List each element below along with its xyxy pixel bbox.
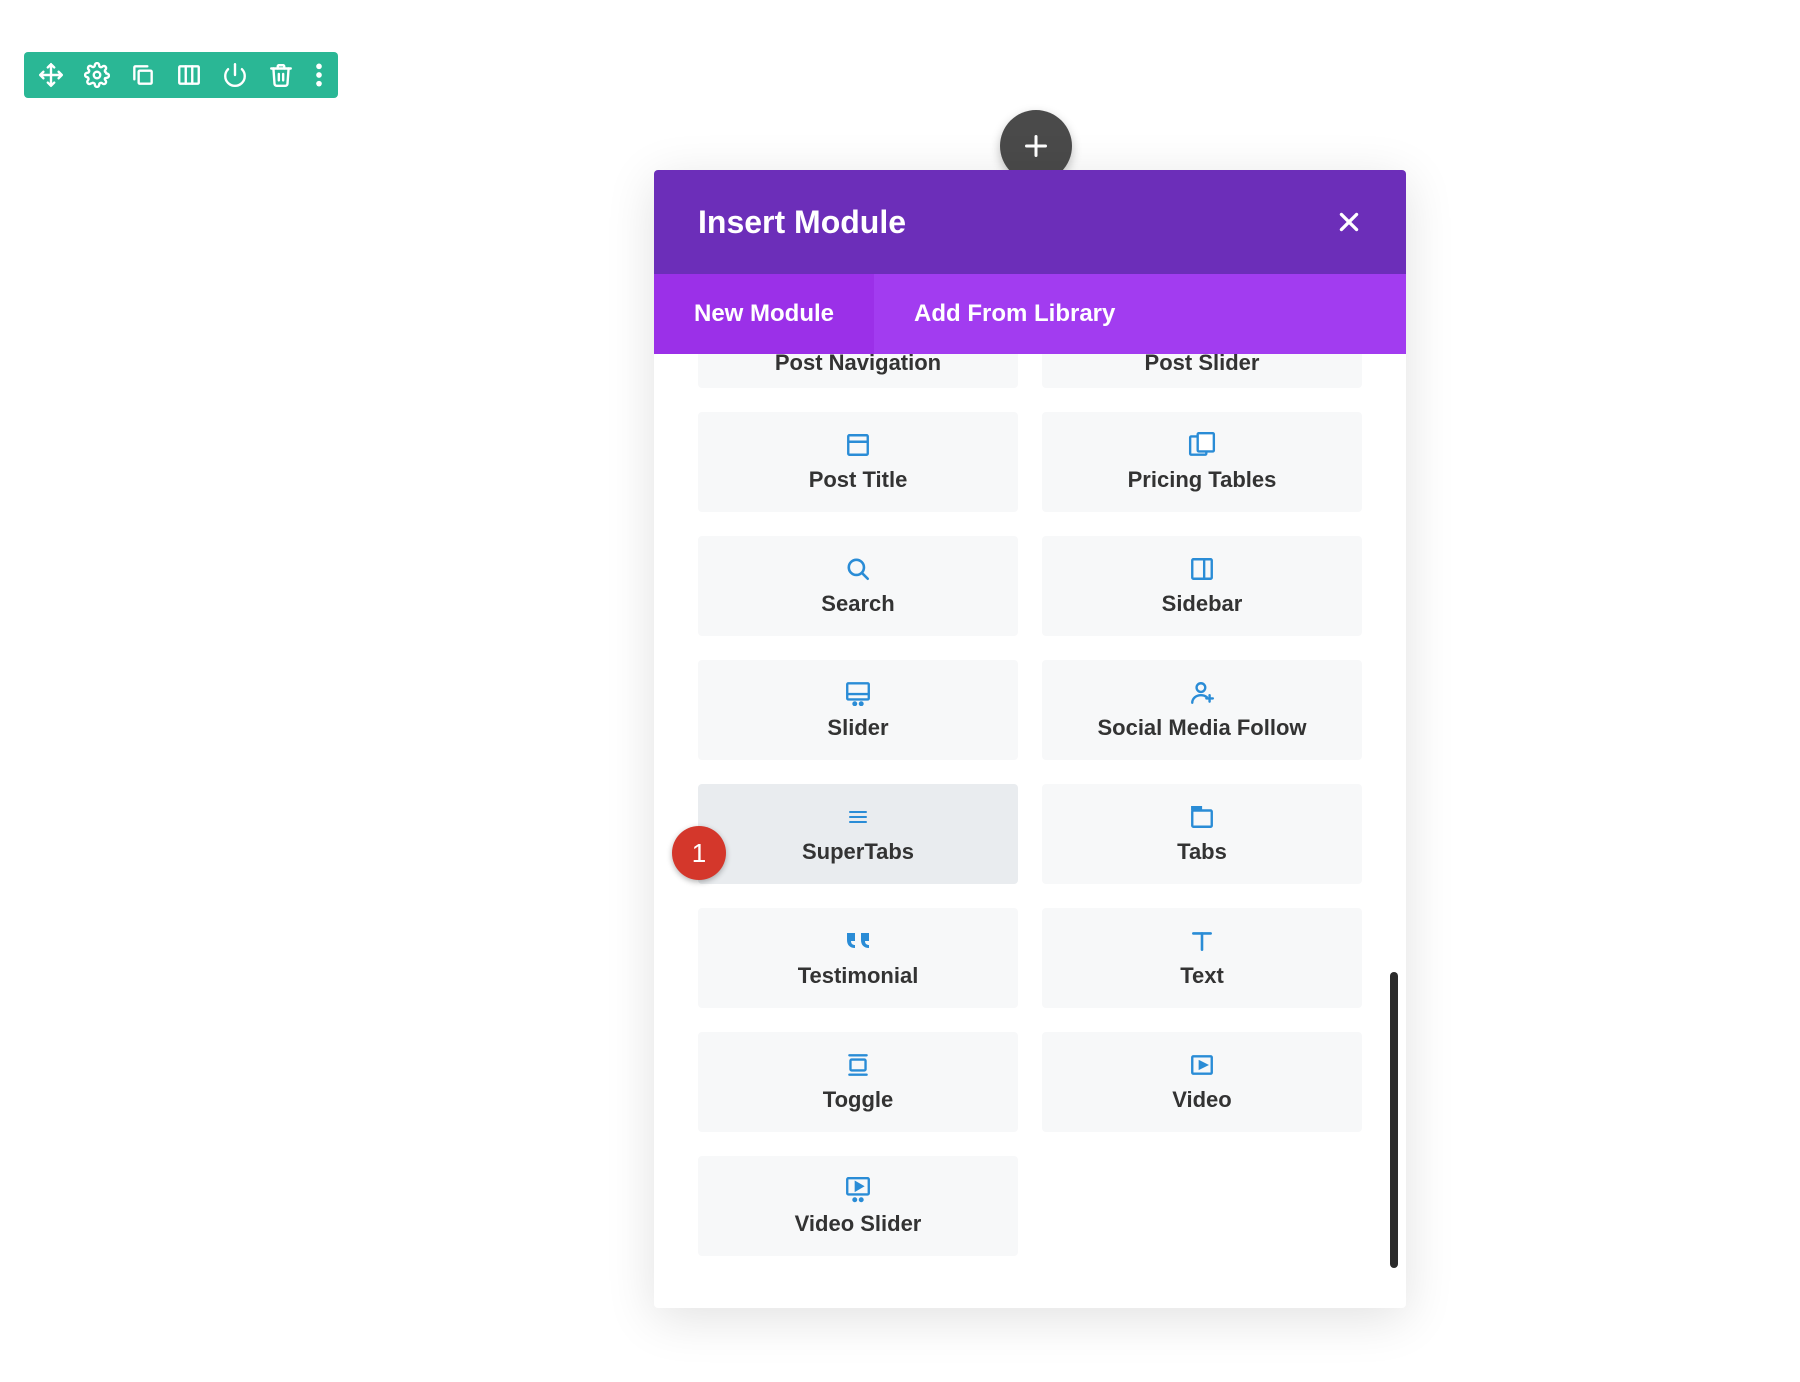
modal-header: Insert Module bbox=[654, 170, 1406, 274]
more-icon[interactable] bbox=[314, 62, 324, 88]
modal-title: Insert Module bbox=[698, 204, 906, 241]
supertabs-icon bbox=[848, 803, 868, 831]
module-video[interactable]: Video bbox=[1042, 1032, 1362, 1132]
module-toggle[interactable]: Toggle bbox=[698, 1032, 1018, 1132]
modal-body: Post Navigation Post Slider Post Title P… bbox=[654, 354, 1406, 1308]
module-grid: Post Navigation Post Slider Post Title P… bbox=[698, 354, 1362, 1256]
module-testimonial[interactable]: Testimonial bbox=[698, 908, 1018, 1008]
module-slider[interactable]: Slider bbox=[698, 660, 1018, 760]
duplicate-icon[interactable] bbox=[130, 62, 156, 88]
module-supertabs[interactable]: SuperTabs bbox=[698, 784, 1018, 884]
row-toolbar bbox=[24, 52, 338, 98]
tab-new-module[interactable]: New Module bbox=[654, 274, 874, 354]
text-icon bbox=[1189, 927, 1215, 955]
gear-icon[interactable] bbox=[84, 62, 110, 88]
move-icon[interactable] bbox=[38, 62, 64, 88]
annotation-badge-1: 1 bbox=[672, 826, 726, 880]
columns-icon[interactable] bbox=[176, 62, 202, 88]
testimonial-icon bbox=[843, 927, 873, 955]
module-label: Search bbox=[821, 591, 894, 617]
badge-number: 1 bbox=[692, 838, 706, 869]
module-label: Post Slider bbox=[1145, 354, 1260, 376]
module-video-slider[interactable]: Video Slider bbox=[698, 1156, 1018, 1256]
module-label: Toggle bbox=[823, 1087, 893, 1113]
modal-tabs: New Module Add From Library bbox=[654, 274, 1406, 354]
module-search[interactable]: Search bbox=[698, 536, 1018, 636]
module-label: Post Navigation bbox=[775, 354, 941, 376]
module-post-navigation[interactable]: Post Navigation bbox=[698, 354, 1018, 388]
pricing-tables-icon bbox=[1188, 431, 1216, 459]
plus-icon bbox=[1025, 135, 1047, 157]
module-pricing-tables[interactable]: Pricing Tables bbox=[1042, 412, 1362, 512]
video-slider-icon bbox=[844, 1175, 872, 1203]
module-label: SuperTabs bbox=[802, 839, 914, 865]
module-text[interactable]: Text bbox=[1042, 908, 1362, 1008]
insert-module-modal: Insert Module New Module Add From Librar… bbox=[654, 170, 1406, 1308]
module-label: Pricing Tables bbox=[1128, 467, 1277, 493]
toggle-icon bbox=[845, 1051, 871, 1079]
sidebar-icon bbox=[1189, 555, 1215, 583]
module-label: Video bbox=[1172, 1087, 1232, 1113]
tab-add-from-library[interactable]: Add From Library bbox=[874, 274, 1155, 354]
trash-icon[interactable] bbox=[268, 62, 294, 88]
post-title-icon bbox=[845, 431, 871, 459]
scrollbar-thumb[interactable] bbox=[1390, 972, 1398, 1268]
module-label: Tabs bbox=[1177, 839, 1227, 865]
module-label: Post Title bbox=[809, 467, 908, 493]
module-sidebar[interactable]: Sidebar bbox=[1042, 536, 1362, 636]
module-social-media-follow[interactable]: Social Media Follow bbox=[1042, 660, 1362, 760]
video-icon bbox=[1189, 1051, 1215, 1079]
module-label: Social Media Follow bbox=[1097, 715, 1306, 741]
module-label: Slider bbox=[827, 715, 888, 741]
module-post-title[interactable]: Post Title bbox=[698, 412, 1018, 512]
module-label: Sidebar bbox=[1162, 591, 1243, 617]
tabs-icon bbox=[1189, 803, 1215, 831]
search-icon bbox=[845, 555, 871, 583]
social-icon bbox=[1189, 679, 1215, 707]
module-label: Testimonial bbox=[798, 963, 919, 989]
module-label: Text bbox=[1180, 963, 1224, 989]
slider-icon bbox=[844, 679, 872, 707]
module-post-slider[interactable]: Post Slider bbox=[1042, 354, 1362, 388]
power-icon[interactable] bbox=[222, 62, 248, 88]
close-button[interactable] bbox=[1336, 209, 1362, 235]
module-tabs[interactable]: Tabs bbox=[1042, 784, 1362, 884]
module-label: Video Slider bbox=[795, 1211, 922, 1237]
